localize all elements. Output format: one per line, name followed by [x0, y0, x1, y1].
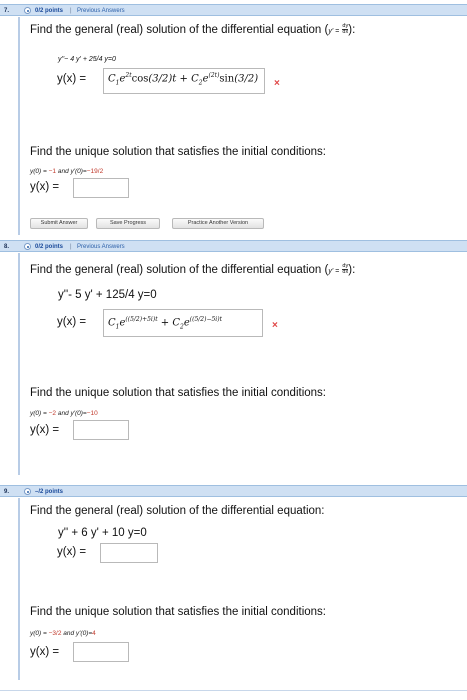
- q9-status-dot-icon: [24, 488, 31, 495]
- q7-status-dot-icon: [24, 7, 31, 14]
- q7-answer-field[interactable]: C1e2tcos(3/2)t + C2e(2t)sin(3/2): [103, 68, 265, 94]
- q7-unique-answer-input[interactable]: [73, 178, 129, 198]
- q7-ic-y0-value: −1: [48, 168, 57, 175]
- q7-separator: |: [70, 8, 72, 14]
- q7-wrong-icon: ×: [274, 78, 280, 89]
- q7-initial-conditions: y(0) = −1 and y'(0)=−19/2: [30, 168, 103, 175]
- q7-prompt-text: Find the general (real) solution of the …: [30, 24, 329, 36]
- q7-number: 7.: [4, 8, 10, 14]
- q8-prompt-yprime: y' =: [328, 268, 340, 275]
- q7-plus: +: [179, 73, 188, 85]
- q9-left-border: [18, 498, 20, 680]
- q9-ic-y0-value: −3/2: [48, 630, 62, 637]
- q7-ic-yp0-value: −19/2: [86, 168, 104, 175]
- q8-c2-sub: 2: [180, 323, 184, 331]
- save-progress-button[interactable]: Save Progress: [96, 218, 160, 229]
- q8-e1-exp: ((5/2)+5i)t: [125, 316, 158, 323]
- q7-func2: sin: [219, 73, 235, 85]
- q8-ic-and: and y'(0)=: [57, 410, 87, 417]
- page-bottom-divider: [0, 690, 467, 691]
- q8-c2: C: [172, 317, 181, 329]
- q7-prompt: Find the general (real) solution of the …: [30, 24, 355, 36]
- q8-left-border: [18, 253, 20, 475]
- q7-c1: C: [108, 73, 116, 85]
- q8-c1-sub: 1: [115, 323, 120, 331]
- q8-ic-y0-value: −2: [48, 410, 57, 417]
- q9-yx-label-2: y(x) =: [30, 646, 60, 658]
- practice-another-version-button[interactable]: Practice Another Version: [172, 218, 264, 229]
- q9-initial-conditions: y(0) = −3/2 and y'(0)=4: [30, 630, 96, 637]
- q7-func1: cos: [131, 73, 149, 85]
- q8-unique-prompt: Find the unique solution that satisfies …: [30, 387, 326, 399]
- q7-c1-sub: 1: [115, 79, 120, 87]
- q7-yx-label: y(x) =: [57, 73, 87, 85]
- q8-e2-exp: ((5/2)−5i)t: [189, 316, 222, 323]
- q7-c2: C: [191, 73, 199, 85]
- q8-yx-label-2: y(x) =: [30, 424, 60, 436]
- q8-prompt: Find the general (real) solution of the …: [30, 264, 355, 276]
- q9-ic-and: and y'(0)=: [63, 630, 93, 637]
- q9-number: 9.: [4, 489, 10, 495]
- q9-answer-input[interactable]: [100, 543, 158, 563]
- q8-prompt-text: Find the general (real) solution of the …: [30, 264, 329, 276]
- q7-header: 7. 0/2 points | Previous Answers: [0, 4, 467, 16]
- q8-yx-label: y(x) =: [57, 316, 87, 328]
- q9-unique-prompt: Find the unique solution that satisfies …: [30, 606, 326, 618]
- q7-ic-y0-label: y(0) =: [30, 168, 47, 175]
- q9-yx-label: y(x) =: [57, 546, 87, 558]
- q9-ic-yp0-value: 4: [92, 630, 96, 637]
- q8-plus: +: [160, 317, 170, 329]
- q8-previous-answers-link[interactable]: Previous Answers: [77, 242, 125, 252]
- q9-ic-y0-label: y(0) =: [30, 630, 47, 637]
- q7-yx-label-2: y(x) =: [30, 181, 60, 193]
- q7-previous-answers-link[interactable]: Previous Answers: [77, 6, 125, 16]
- q8-ic-yp0-value: −10: [86, 410, 98, 417]
- submit-answer-button[interactable]: Submit Answer: [30, 218, 88, 229]
- q8-equation: y''- 5 y' + 125/4 y=0: [58, 289, 157, 301]
- q8-status-dot-icon: [24, 243, 31, 250]
- q7-e2-exp: (2t): [208, 72, 220, 79]
- q7-ic-and: and y'(0)=: [57, 168, 87, 175]
- q9-prompt: Find the general (real) solution of the …: [30, 505, 325, 517]
- q9-equation: y'' + 6 y' + 10 y=0: [58, 527, 147, 539]
- q8-separator: |: [70, 244, 72, 250]
- q8-prompt-suffix: ):: [348, 264, 356, 276]
- q8-c1: C: [108, 317, 116, 329]
- q7-prompt-yprime: y' =: [328, 28, 340, 35]
- q8-wrong-icon: ×: [272, 320, 278, 331]
- q8-header: 8. 0/2 points | Previous Answers: [0, 240, 467, 252]
- q7-prompt-suffix: ):: [348, 24, 356, 36]
- q7-points: 0/2 points: [35, 8, 64, 14]
- q7-arg1: (3/2)t: [148, 73, 177, 85]
- q9-unique-answer-input[interactable]: [73, 642, 129, 662]
- q8-answer-field[interactable]: C1e((5/2)+5i)t + C2e((5/2)−5i)t: [103, 309, 263, 337]
- q9-header: 9. –/2 points: [0, 485, 467, 497]
- q8-points: 0/2 points: [35, 244, 64, 250]
- q9-points: –/2 points: [35, 489, 64, 495]
- q8-initial-conditions: y(0) = −2 and y'(0)=−10: [30, 410, 98, 417]
- q8-ic-y0-label: y(0) =: [30, 410, 47, 417]
- q8-unique-answer-input[interactable]: [73, 420, 129, 440]
- q7-c2-sub: 2: [198, 79, 203, 87]
- q7-equation: y''− 4 y' + 25/4 y=0: [58, 56, 116, 63]
- q8-number: 8.: [4, 244, 10, 250]
- q7-unique-prompt: Find the unique solution that satisfies …: [30, 146, 326, 158]
- q7-left-border: [18, 17, 20, 235]
- q7-arg2: (3/2): [234, 73, 259, 85]
